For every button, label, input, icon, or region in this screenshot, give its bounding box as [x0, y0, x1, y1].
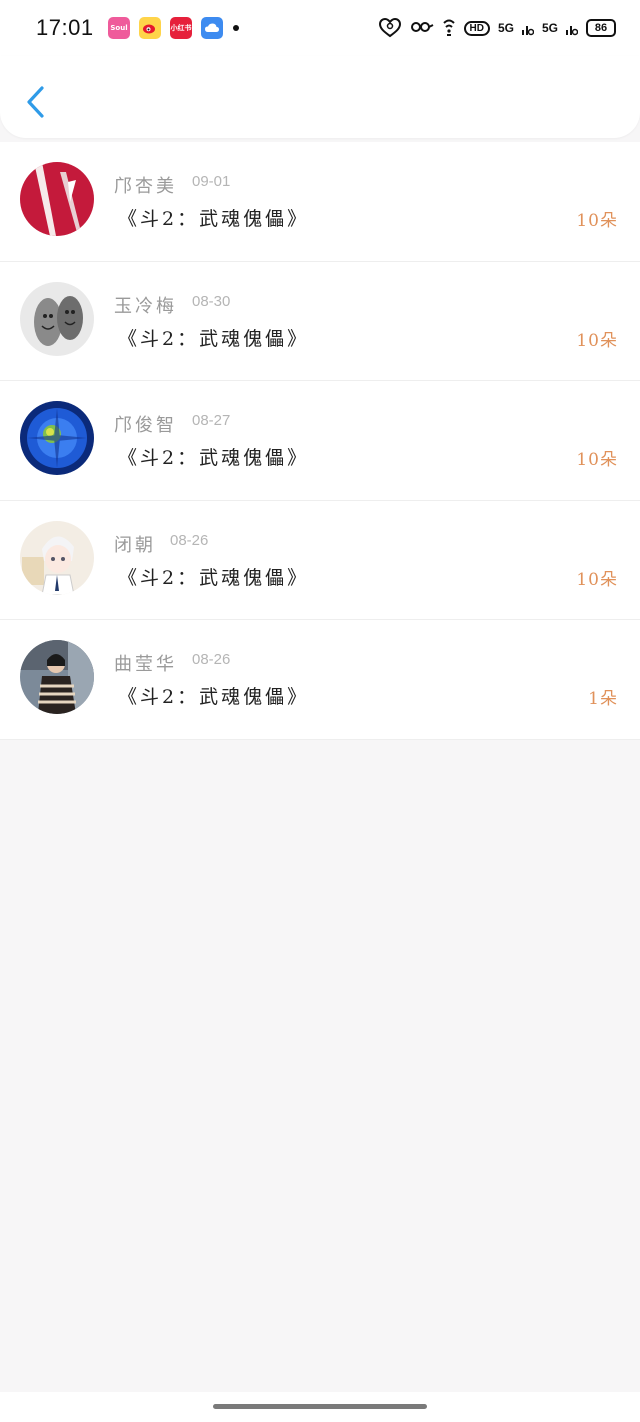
record-date: 08-26: [170, 531, 209, 549]
status-time: 17:01: [36, 15, 94, 40]
list-item[interactable]: 闭朝 08-26 《斗2：武魂傀儡》 10朵: [0, 500, 640, 620]
signal-5g-2: 5G: [541, 21, 558, 35]
xiaohongshu-icon: 小红书: [170, 17, 192, 39]
header: [0, 56, 640, 138]
cloud-icon: [201, 17, 223, 39]
work-title: 《斗2：武魂傀儡》: [118, 686, 310, 708]
avatar[interactable]: [20, 162, 94, 236]
gift-count: 1朵: [588, 689, 618, 709]
home-indicator[interactable]: [213, 1404, 427, 1409]
soul-app-label: Soul: [110, 24, 128, 32]
notification-app-icons: Soul 小红书: [108, 17, 223, 39]
work-title: 《斗2：武魂傀儡》: [118, 327, 310, 350]
glasses-icon: [410, 22, 433, 32]
page: 17:01 Soul 小红书 HD 5G 5G 86 邝杏美 09-01 《斗2…: [0, 0, 640, 1422]
signal-bars-2-icon: [566, 26, 578, 36]
record-date: 08-26: [192, 651, 231, 668]
gift-count: 10朵: [576, 330, 618, 351]
list-item[interactable]: 曲莹华 08-26 《斗2：武魂傀儡》 1朵: [0, 620, 640, 740]
avatar[interactable]: [20, 640, 94, 714]
xiaohongshu-label: 小红书: [170, 24, 192, 32]
status-right: HD 5G 5G 86: [378, 17, 616, 39]
chevron-left-icon: [27, 86, 44, 118]
sender-name: 邝杏美: [114, 176, 177, 197]
gift-count: 10朵: [576, 569, 618, 590]
gift-count: 10朵: [576, 211, 618, 231]
heart-icon: [378, 17, 401, 38]
work-title: 《斗2：武魂傀儡》: [118, 566, 310, 589]
avatar[interactable]: [20, 401, 94, 475]
wifi-icon: [442, 19, 455, 36]
work-title: 《斗2：武魂傀儡》: [118, 447, 310, 469]
weibo-icon: [139, 17, 161, 39]
list-item[interactable]: 玉冷梅 08-30 《斗2：武魂傀儡》 10朵: [0, 261, 640, 381]
avatar[interactable]: [20, 281, 94, 356]
hd-indicator: HD: [463, 20, 490, 36]
back-button[interactable]: [18, 82, 52, 122]
soul-app-icon: Soul: [108, 17, 130, 39]
signal-bars-1-icon: [521, 26, 534, 36]
list-item[interactable]: 邝俊智 08-27 《斗2：武魂傀儡》 10朵: [0, 381, 640, 501]
record-date: 09-01: [192, 173, 231, 190]
signal-5g-1: 5G: [497, 21, 514, 35]
list-item[interactable]: 邝杏美 09-01 《斗2：武魂傀儡》 10朵: [0, 142, 640, 262]
gift-record-list: 邝杏美 09-01 《斗2：武魂傀儡》 10朵 玉冷梅 08-30 《斗2：武魂…: [0, 142, 640, 740]
gift-count: 10朵: [576, 450, 618, 470]
status-bar: 17:01 Soul 小红书 HD 5G 5G 86: [0, 0, 640, 56]
battery-indicator: 86: [586, 19, 616, 37]
sender-name: 闭朝: [114, 534, 156, 556]
sender-name: 玉冷梅: [114, 295, 177, 317]
sender-name: 邝俊智: [114, 415, 177, 436]
work-title: 《斗2：武魂傀儡》: [118, 208, 310, 230]
record-date: 08-27: [192, 412, 231, 429]
avatar[interactable]: [20, 520, 94, 595]
sender-name: 曲莹华: [114, 654, 177, 675]
record-date: 08-30: [192, 292, 231, 310]
notification-dot: [233, 25, 239, 31]
